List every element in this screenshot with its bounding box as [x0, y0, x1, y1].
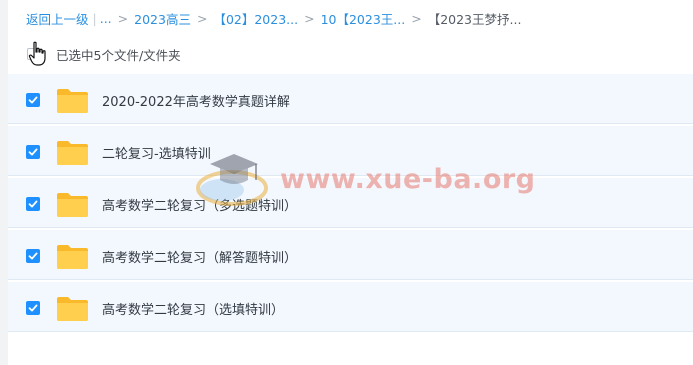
selection-count: 已选中5个文件/文件夹 [56, 47, 181, 63]
breadcrumb: 返回上一级 | ... > 2023高三 > 【02】2023... > 10【… [26, 9, 521, 27]
breadcrumb-current: 【2023王梦抒... [427, 11, 522, 27]
checkbox-checked-icon[interactable] [26, 301, 40, 315]
left-panel-edge [0, 0, 8, 365]
file-row[interactable]: 高考数学二轮复习（多选题特训） [8, 178, 693, 228]
checkbox-checked-icon[interactable] [26, 249, 40, 263]
breadcrumb-ellipsis[interactable]: ... [100, 11, 112, 26]
folder-icon [57, 245, 88, 269]
breadcrumb-separator: > [411, 10, 422, 26]
file-row[interactable]: 二轮复习-选填特训 [8, 126, 693, 176]
checkbox-checked-icon[interactable] [26, 197, 40, 211]
file-name[interactable]: 高考数学二轮复习（解答题特训） [102, 247, 297, 266]
folder-icon [57, 193, 88, 217]
file-row[interactable]: 2020-2022年高考数学真题详解 [8, 74, 693, 124]
file-row[interactable]: 高考数学二轮复习（解答题特训） [8, 230, 693, 280]
breadcrumb-item-10[interactable]: 10【2023王... [321, 9, 406, 28]
selection-bar: 已选中5个文件/文件夹 [27, 44, 181, 64]
back-link[interactable]: 返回上一级 [26, 9, 89, 28]
breadcrumb-separator: > [117, 10, 129, 26]
folder-icon [57, 89, 88, 113]
folder-icon [57, 297, 88, 321]
file-name[interactable]: 2020-2022年高考数学真题详解 [102, 91, 290, 110]
file-row[interactable]: 高考数学二轮复习（选填特训） [8, 282, 693, 332]
file-list: 2020-2022年高考数学真题详解 二轮复习-选填特训 高考数学二轮复习（多选… [8, 74, 693, 334]
file-name[interactable]: 二轮复习-选填特训 [102, 143, 211, 162]
breadcrumb-item-2023[interactable]: 2023高三 [134, 9, 191, 28]
breadcrumb-separator: > [304, 10, 315, 26]
breadcrumb-separator: > [196, 10, 208, 26]
checkbox-checked-icon[interactable] [26, 145, 40, 159]
file-name[interactable]: 高考数学二轮复习（多选题特训） [102, 195, 297, 214]
breadcrumb-item-02[interactable]: 【02】2023... [213, 9, 298, 28]
folder-icon [57, 141, 88, 165]
breadcrumb-divider: | [92, 10, 97, 26]
hand-pointer-icon [28, 41, 46, 66]
checkbox-checked-icon[interactable] [26, 93, 40, 107]
file-name[interactable]: 高考数学二轮复习（选填特训） [102, 299, 284, 318]
